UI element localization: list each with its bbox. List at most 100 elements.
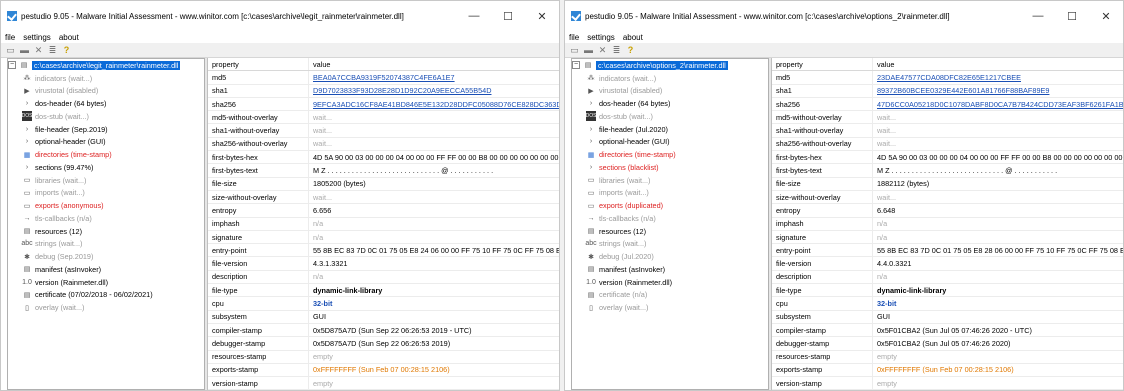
grid-row[interactable]: imphash n/a <box>772 217 1123 231</box>
grid-row[interactable]: sha256 47D6CC0A05218D0C1078DABF8D0CA7B7B4… <box>772 97 1123 112</box>
maximize-button[interactable]: ☐ <box>491 1 525 31</box>
menu-file[interactable]: file <box>569 33 579 42</box>
property-value-text[interactable]: 9EFCA3ADC16CF8AE41BD846E5E132D28DDFC0508… <box>313 100 559 109</box>
tree-item[interactable]: › optional-header (GUI) <box>572 136 768 149</box>
minimize-button[interactable]: — <box>1021 1 1055 31</box>
tree-item[interactable]: ▤ resources (12) <box>8 225 204 238</box>
tree-item[interactable]: ⁂ indicators (wait...) <box>572 72 768 85</box>
list-icon[interactable]: ≣ <box>47 45 58 55</box>
grid-row[interactable]: entry-point 55 8B EC 83 7D 0C 01 75 05 E8… <box>208 244 559 258</box>
tree-item[interactable]: ▦ directories (time-stamp) <box>8 148 204 161</box>
grid-row[interactable]: debugger-stamp 0x5F01CBA2 (Sun Jul 05 07:… <box>772 337 1123 351</box>
grid-row[interactable]: description n/a <box>772 270 1123 285</box>
tree-item[interactable]: → tls-callbacks (n/a) <box>572 212 768 225</box>
grid-row[interactable]: exports-stamp 0xFFFFFFFF (Sun Feb 07 00:2… <box>772 363 1123 378</box>
tree-item[interactable]: ▭ imports (wait...) <box>572 187 768 200</box>
grid-row[interactable]: sha1-without-overlay wait... <box>208 124 559 138</box>
close-file-icon[interactable]: ✕ <box>597 45 608 55</box>
tree-item[interactable]: › sections (99.47%) <box>8 161 204 174</box>
minimize-button[interactable]: — <box>457 1 491 31</box>
tree-item[interactable]: ▤ resources (12) <box>572 225 768 238</box>
tree-item[interactable]: ▭ exports (duplicated) <box>572 199 768 212</box>
grid-row[interactable]: cpu 32-bit <box>772 297 1123 311</box>
grid-row[interactable]: resources-stamp empty <box>772 350 1123 364</box>
tree-item[interactable]: ▭ libraries (wait...) <box>8 174 204 187</box>
grid-row[interactable]: file-version 4.4.0.3321 <box>772 257 1123 271</box>
grid-row[interactable]: exports-stamp 0xFFFFFFFF (Sun Feb 07 00:2… <box>208 363 559 378</box>
tree-item[interactable]: › file-header (Jul.2020) <box>572 123 768 136</box>
grid-row[interactable]: first-bytes-hex 4D 5A 90 00 03 00 00 00 0… <box>208 151 559 165</box>
grid-row[interactable]: sha1 89372B60BCEE0329E442E601A81766F88BAF… <box>772 84 1123 98</box>
collapse-toggle[interactable]: − <box>8 61 16 70</box>
help-icon[interactable]: ? <box>61 45 72 55</box>
grid-row[interactable]: first-bytes-hex 4D 5A 90 00 03 00 00 00 0… <box>772 151 1123 165</box>
menu-settings[interactable]: settings <box>587 33 615 42</box>
grid-row[interactable]: entry-point 55 8B EC 83 7D 0C 01 75 05 E8… <box>772 244 1123 258</box>
tree-item[interactable]: › file-header (Sep.2019) <box>8 123 204 136</box>
grid-row[interactable]: signature n/a <box>772 230 1123 245</box>
close-button[interactable]: ✕ <box>1089 1 1123 31</box>
list-icon[interactable]: ≣ <box>611 45 622 55</box>
open-icon[interactable]: ▭ <box>569 45 580 55</box>
tree-item[interactable]: ▶ virustotal (disabled) <box>8 85 204 98</box>
tree-item[interactable]: ▶ virustotal (disabled) <box>572 85 768 98</box>
maximize-button[interactable]: ☐ <box>1055 1 1089 31</box>
tree-item[interactable]: ▯ overlay (wait...) <box>572 301 768 314</box>
grid-row[interactable]: file-size 1805200 (bytes) <box>208 177 559 191</box>
header-value[interactable]: value <box>308 58 559 71</box>
tree-item[interactable]: 1.0 version (Rainmeter.dll) <box>572 276 768 289</box>
tree-item[interactable]: ▤ certificate (n/a) <box>572 289 768 302</box>
grid-row[interactable]: cpu 32-bit <box>208 297 559 311</box>
grid-row[interactable]: size-without-overlay wait... <box>208 190 559 205</box>
property-value-text[interactable]: 23DAE47577CDA08DFC82E65E1217CBEE <box>877 73 1021 82</box>
property-value-text[interactable]: BEA0A7CCBA9319F52074387C4FE6A1E7 <box>313 73 455 82</box>
grid-row[interactable]: version-stamp empty <box>772 377 1123 390</box>
tree-item[interactable]: abc strings (wait...) <box>8 238 204 251</box>
property-value-text[interactable]: 47D6CC0A05218D0C1078DABF8D0CA7B7B424CDD7… <box>877 100 1123 109</box>
grid-row[interactable]: debugger-stamp 0x5D875A7D (Sun Sep 22 06:… <box>208 337 559 351</box>
tree-item[interactable]: DOS dos-stub (wait...) <box>572 110 768 123</box>
save-icon[interactable]: ▬ <box>583 45 594 55</box>
grid-row[interactable]: md5-without-overlay wait... <box>208 111 559 125</box>
grid-row[interactable]: entropy 6.656 <box>208 204 559 218</box>
menu-about[interactable]: about <box>59 33 79 42</box>
tree-item[interactable]: ✱ debug (Sep.2019) <box>8 250 204 263</box>
tree-item[interactable]: › dos-header (64 bytes) <box>572 97 768 110</box>
grid-row[interactable]: md5 23DAE47577CDA08DFC82E65E1217CBEE <box>772 71 1123 85</box>
grid-row[interactable]: version-stamp empty <box>208 377 559 390</box>
menu-settings[interactable]: settings <box>23 33 51 42</box>
grid-row[interactable]: subsystem GUI <box>772 310 1123 324</box>
tree-item[interactable]: ⁂ indicators (wait...) <box>8 72 204 85</box>
collapse-toggle[interactable]: − <box>572 61 580 70</box>
tree-item[interactable]: ▤ certificate (07/02/2018 - 06/02/2021) <box>8 289 204 302</box>
tree-item[interactable]: 1.0 version (Rainmeter.dll) <box>8 276 204 289</box>
grid-row[interactable]: sha1 D9D7023833F93D28E28D1D92C20A9EECCA55… <box>208 84 559 98</box>
header-value[interactable]: value <box>872 58 1123 71</box>
tree-item[interactable]: ✱ debug (Jul.2020) <box>572 250 768 263</box>
grid-row[interactable]: compiler-stamp 0x5F01CBA2 (Sun Jul 05 07:… <box>772 323 1123 338</box>
tree-item[interactable]: › dos-header (64 bytes) <box>8 97 204 110</box>
tree-item[interactable]: − ▤ c:\cases\archive\legit_rainmeter\rainm… <box>8 59 204 72</box>
grid-row[interactable]: sha1-without-overlay wait... <box>772 124 1123 138</box>
grid-row[interactable]: first-bytes-text M Z . . . . . . . . . . … <box>772 164 1123 178</box>
tree-item[interactable]: → tls-callbacks (n/a) <box>8 212 204 225</box>
grid-row[interactable]: md5 BEA0A7CCBA9319F52074387C4FE6A1E7 <box>208 71 559 85</box>
grid-row[interactable]: subsystem GUI <box>208 310 559 324</box>
help-icon[interactable]: ? <box>625 45 636 55</box>
grid-row[interactable]: file-type dynamic-link-library <box>772 284 1123 298</box>
menu-file[interactable]: file <box>5 33 15 42</box>
grid-row[interactable]: sha256-without-overlay wait... <box>772 137 1123 152</box>
tree-item[interactable]: ▤ manifest (asInvoker) <box>8 263 204 276</box>
close-button[interactable]: ✕ <box>525 1 559 31</box>
grid-row[interactable]: sha256-without-overlay wait... <box>208 137 559 152</box>
grid-row[interactable]: file-size 1882112 (bytes) <box>772 177 1123 191</box>
tree-item[interactable]: ▭ exports (anonymous) <box>8 199 204 212</box>
grid-row[interactable]: file-version 4.3.1.3321 <box>208 257 559 271</box>
tree-item[interactable]: − ▤ c:\cases\archive\options_2\rainmeter.d… <box>572 59 768 72</box>
grid-row[interactable]: resources-stamp empty <box>208 350 559 364</box>
tree-item[interactable]: abc strings (wait...) <box>572 238 768 251</box>
grid-row[interactable]: imphash n/a <box>208 217 559 231</box>
tree-item[interactable]: ▤ manifest (asInvoker) <box>572 263 768 276</box>
grid-row[interactable]: sha256 9EFCA3ADC16CF8AE41BD846E5E132D28DD… <box>208 97 559 112</box>
grid-row[interactable]: description n/a <box>208 270 559 285</box>
